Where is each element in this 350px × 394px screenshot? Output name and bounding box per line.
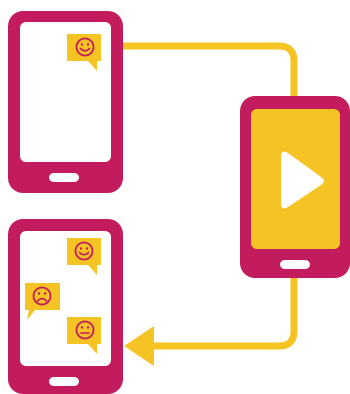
diagram-canvas — [8, 11, 350, 394]
viewer-phone-top — [8, 11, 123, 193]
viewer-phone-bottom — [8, 219, 123, 394]
home-button — [49, 377, 79, 386]
connector-video-to-bottom — [144, 272, 298, 350]
arrowhead-icon — [124, 326, 154, 366]
video-phone — [240, 96, 350, 278]
feedback-diagram — [0, 0, 350, 394]
connector-top-to-video — [117, 42, 298, 102]
home-button — [49, 173, 79, 182]
home-button — [280, 260, 310, 269]
